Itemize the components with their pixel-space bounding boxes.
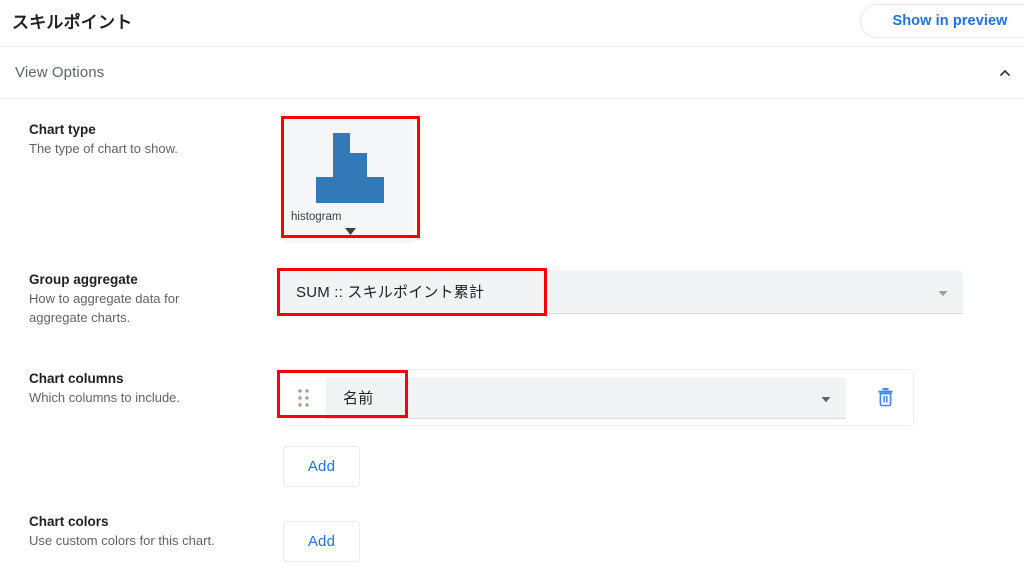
group-aggregate-value: SUM :: スキルポイント累計 [296,284,485,301]
chevron-down-icon[interactable] [820,392,832,404]
chevron-down-icon[interactable] [937,286,949,298]
histogram-icon [285,123,415,203]
group-aggregate-select[interactable]: SUM :: スキルポイント累計 [279,270,963,314]
add-chart-color-button[interactable]: Add [283,521,360,562]
chart-type-card-label: histogram [291,211,342,223]
group-aggregate-description: How to aggregate data for aggregate char… [29,291,180,325]
trash-icon[interactable] [872,384,898,410]
chart-type-label-group: Chart type The type of chart to show. [29,120,178,158]
view-options-title: View Options [15,64,105,81]
chart-columns-description: Which columns to include. [29,390,181,405]
chart-type-label: Chart type [29,122,96,137]
chart-column-select[interactable]: 名前 [326,377,846,419]
view-options-section-header[interactable]: View Options [0,47,1024,99]
page-title: スキルポイント [12,13,133,32]
chart-type-card-histogram[interactable]: histogram [285,117,415,243]
caret-down-icon[interactable] [285,227,415,236]
group-aggregate-label: Group aggregate [29,272,138,287]
chart-colors-label-group: Chart colors Use custom colors for this … [29,512,215,550]
chart-column-value: 名前 [343,390,374,407]
chart-type-description: The type of chart to show. [29,141,178,156]
chart-colors-description: Use custom colors for this chart. [29,533,215,548]
show-in-preview-button[interactable]: Show in preview [860,4,1024,38]
chart-columns-label: Chart columns [29,371,124,386]
add-chart-column-button[interactable]: Add [283,446,360,487]
chart-columns-label-group: Chart columns Which columns to include. [29,369,180,407]
chart-columns-row: 名前 [279,369,914,426]
drag-handle-icon[interactable] [294,387,314,409]
group-aggregate-label-group: Group aggregate How to aggregate data fo… [29,270,224,327]
chevron-up-icon[interactable] [993,61,1017,85]
chart-colors-label: Chart colors [29,514,109,529]
app-header: スキルポイント Show in preview [0,0,1024,47]
